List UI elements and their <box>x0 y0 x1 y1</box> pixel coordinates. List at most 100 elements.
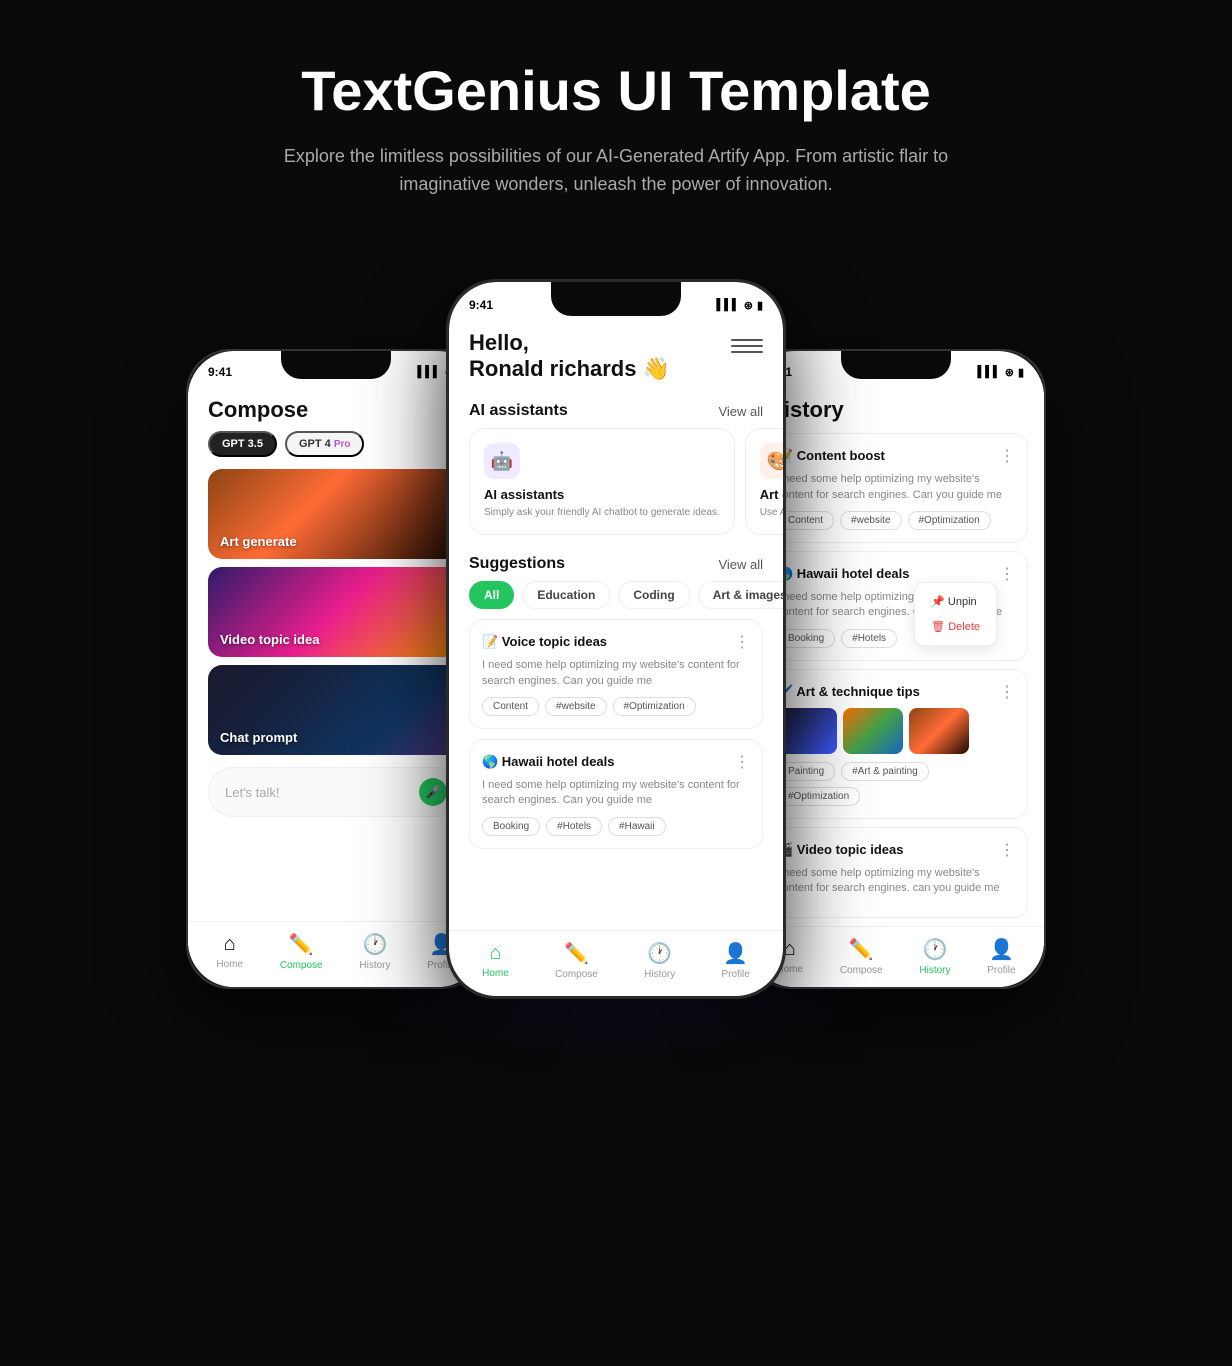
tag-optimization: #Optimization <box>613 697 696 716</box>
art-generate-desc: Use AI to generate amazing art and image… <box>760 506 783 520</box>
hawaii-card-title: 🌎 Hawaii hotel deals <box>482 754 615 770</box>
page-subtitle: Explore the limitless possibilities of o… <box>236 142 996 200</box>
gpt35-button[interactable]: GPT 3.5 <box>208 431 277 457</box>
tag-booking: Booking <box>482 817 540 836</box>
nav-home-center[interactable]: ⌂ Home <box>482 942 509 979</box>
status-icons-center: ▌▌▌⊛▮ <box>716 299 763 312</box>
nav-history-center[interactable]: 🕐 History <box>644 941 675 980</box>
suggestions-header: Suggestions View all <box>449 545 783 581</box>
video-topic-history-title: 🎬 Video topic ideas <box>777 842 903 858</box>
hawaii-card-menu[interactable]: ⋮ <box>734 752 750 772</box>
history-header: History <box>748 383 1044 433</box>
hawaii-card[interactable]: 🌎 Hawaii hotel deals ⋮ I need some help … <box>469 739 763 849</box>
suggestions-title: Suggestions <box>469 555 565 573</box>
content-boost-desc: I need some help optimizing my website's… <box>777 472 1015 503</box>
nav-home-left[interactable]: ⌂ Home <box>216 933 243 970</box>
talk-input[interactable]: Let's talk! 🎤 <box>208 767 464 817</box>
video-topic-history-menu[interactable]: ⋮ <box>999 840 1015 860</box>
left-phone: 9:41 ▌▌▌⊛▮ Compose ⋮ GPT 3.5 GPT 4 Pro <box>186 349 486 989</box>
tab-all[interactable]: All <box>469 581 514 609</box>
art-img-1 <box>777 708 837 754</box>
status-time-left: 9:41 <box>208 365 232 379</box>
bottom-nav-right: ⌂ Home ✏️ Compose 🕐 History 👤 Profile <box>748 926 1044 988</box>
suggestions-view-all[interactable]: View all <box>718 557 763 572</box>
tag-content: Content <box>482 697 539 716</box>
art-tips-menu[interactable]: ⋮ <box>999 682 1015 702</box>
video-topic-card[interactable]: Video topic idea <box>208 567 464 657</box>
talk-placeholder: Let's talk! <box>225 785 280 800</box>
tag-art-painting: #Art & painting <box>841 762 929 781</box>
header: TextGenius UI Template Explore the limit… <box>216 0 1016 239</box>
nav-history-right[interactable]: 🕐 History <box>919 937 950 976</box>
status-icons-right: ▌▌▌⊛▮ <box>977 366 1024 379</box>
tag-hawaii: #Hawaii <box>608 817 666 836</box>
username-text: Ronald richards 👋 <box>469 356 670 382</box>
ai-assistants-card[interactable]: 🤖 AI assistants Simply ask your friendly… <box>469 428 735 535</box>
home-screen: Hello, Ronald richards 👋 AI assistants V… <box>449 316 783 996</box>
tab-education[interactable]: Education <box>522 581 610 609</box>
art-generate-card[interactable]: Art generate <box>208 469 464 559</box>
greeting-block: Hello, Ronald richards 👋 <box>469 330 670 382</box>
mic-button[interactable]: 🎤 <box>419 778 447 806</box>
video-card-label: Video topic idea <box>220 632 319 647</box>
menu-button[interactable] <box>731 330 763 362</box>
right-phone: 9:41 ▌▌▌⊛▮ History 📝 Content boost ⋮ I n… <box>746 349 1046 989</box>
art-generate-icon: 🎨 <box>760 443 783 479</box>
nav-profile-center[interactable]: 👤 Profile <box>722 941 750 980</box>
video-topic-history-card[interactable]: 🎬 Video topic ideas ⋮ I need some help o… <box>764 827 1028 918</box>
chat-card-label: Chat prompt <box>220 730 297 745</box>
ai-section-header: AI assistants View all <box>449 392 783 428</box>
ai-view-all[interactable]: View all <box>718 404 763 419</box>
ai-assistant-icon: 🤖 <box>484 443 520 479</box>
voice-topic-card[interactable]: 📝 Voice topic ideas ⋮ I need some help o… <box>469 619 763 729</box>
home-header: Hello, Ronald richards 👋 <box>449 316 783 392</box>
tag-hotels: #Hotels <box>546 817 602 836</box>
greeting-text: Hello, <box>469 330 670 356</box>
art-generate-title: Art genrate <box>760 487 783 502</box>
art-tips-title: 🖌️ Art & technique tips <box>777 684 920 700</box>
nav-compose-right[interactable]: ✏️ Compose <box>840 937 883 976</box>
ai-cards-row: 🤖 AI assistants Simply ask your friendly… <box>449 428 783 545</box>
art-generate-ai-card[interactable]: 🎨 Art genrate Use AI to generate amazing… <box>745 428 783 535</box>
content-boost-menu[interactable]: ⋮ <box>999 446 1015 466</box>
video-topic-history-desc: I need some help optimizing my website's… <box>777 866 1015 897</box>
phones-container: 9:41 ▌▌▌⊛▮ Compose ⋮ GPT 3.5 GPT 4 Pro <box>0 279 1232 1059</box>
history-screen: History 📝 Content boost ⋮ I need some he… <box>748 383 1044 987</box>
popup-delete[interactable]: 🗑 Delete <box>915 614 996 639</box>
status-time-center: 9:41 <box>469 298 493 312</box>
tag-hotels-r: #Hotels <box>841 629 897 648</box>
tag-website: #website <box>545 697 606 716</box>
nav-history-left[interactable]: 🕐 History <box>359 932 390 971</box>
bottom-nav-left: ⌂ Home ✏️ Compose 🕐 History 👤 Profile <box>188 921 484 987</box>
nav-compose-left[interactable]: ✏️ Compose <box>280 932 323 971</box>
page-title: TextGenius UI Template <box>236 60 996 122</box>
center-phone: 9:41 ▌▌▌⊛▮ Hello, Ronald richards 👋 <box>446 279 786 999</box>
nav-compose-center[interactable]: ✏️ Compose <box>555 941 598 980</box>
art-img-3 <box>909 708 969 754</box>
voice-card-tags: Content #website #Optimization <box>482 697 750 716</box>
ai-assistant-title: AI assistants <box>484 487 720 502</box>
image-cards: Art generate Video topic idea Chat promp… <box>188 469 484 755</box>
popup-unpin[interactable]: 📌 Unpin <box>915 589 996 614</box>
hawaii-history-menu[interactable]: ⋮ <box>999 564 1015 584</box>
voice-card-menu[interactable]: ⋮ <box>734 632 750 652</box>
gpt4-button[interactable]: GPT 4 Pro <box>285 431 365 457</box>
content-boost-title: 📝 Content boost <box>777 448 885 464</box>
art-tips-card[interactable]: 🖌️ Art & technique tips ⋮ Painting #Art … <box>764 669 1028 819</box>
tab-coding[interactable]: Coding <box>618 581 689 609</box>
content-boost-card[interactable]: 📝 Content boost ⋮ I need some help optim… <box>764 433 1028 543</box>
suggestions-tabs: All Education Coding Art & images Ads <box>449 581 783 619</box>
tag-opt-r: #Optimization <box>908 511 991 530</box>
ai-assistant-desc: Simply ask your friendly AI chatbot to g… <box>484 506 720 520</box>
art-tips-tags: Painting #Art & painting #Optimization <box>777 762 1015 806</box>
hawaii-history-card[interactable]: 🌎 Hawaii hotel deals ⋮ I need some help … <box>764 551 1028 661</box>
nav-profile-right[interactable]: 👤 Profile <box>987 937 1015 976</box>
content-boost-tags: Content #website #Optimization <box>777 511 1015 530</box>
compose-title: Compose <box>208 397 308 423</box>
compose-screen: Compose ⋮ GPT 3.5 GPT 4 Pro Art generate… <box>188 383 484 987</box>
chat-prompt-card[interactable]: Chat prompt <box>208 665 464 755</box>
gpt-tabs: GPT 3.5 GPT 4 Pro <box>188 431 484 469</box>
tab-art-images[interactable]: Art & images <box>698 581 783 609</box>
tag-opt-art: #Optimization <box>777 787 860 806</box>
hawaii-card-desc: I need some help optimizing my website's… <box>482 778 750 809</box>
